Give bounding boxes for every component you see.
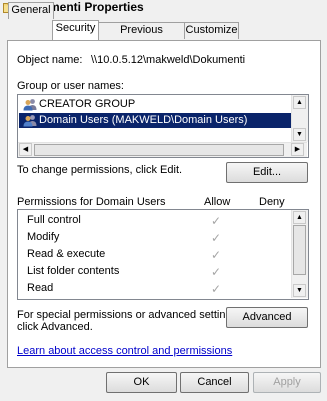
- advanced-button[interactable]: Advanced: [226, 307, 308, 328]
- tab-security[interactable]: Security: [52, 20, 99, 40]
- properties-window: Dokumenti Properties General Security Pr…: [0, 0, 327, 401]
- allow-header: Allow: [204, 196, 231, 208]
- groups-vertical-scrollbar[interactable]: ▲ ▼: [291, 95, 308, 142]
- cancel-button[interactable]: Cancel: [180, 372, 249, 393]
- group-icon: [23, 99, 37, 111]
- tab-label: Customize: [185, 24, 238, 36]
- scroll-up-icon[interactable]: ▲: [293, 211, 306, 224]
- scroll-down-icon[interactable]: ▼: [293, 128, 306, 141]
- edit-button[interactable]: Edit...: [226, 162, 308, 183]
- special-permissions-text-line2: click Advanced.: [17, 321, 93, 333]
- change-permissions-text: To change permissions, click Edit.: [17, 164, 183, 176]
- deny-header: Deny: [259, 196, 285, 208]
- allow-check-icon: ✓: [211, 214, 222, 228]
- permission-row-modify: Modify ✓: [18, 229, 296, 246]
- object-name-label: Object name:: [17, 54, 83, 66]
- scroll-thumb[interactable]: [293, 225, 306, 275]
- groups-listbox[interactable]: CREATOR GROUP Domain Users (MAKWELD\Doma…: [17, 94, 309, 158]
- permission-row-read-execute: Read & execute ✓: [18, 246, 296, 263]
- list-item-domain-users[interactable]: Domain Users (MAKWELD\Domain Users): [19, 113, 292, 128]
- groups-horizontal-scrollbar[interactable]: ◀ ▶: [18, 142, 307, 157]
- object-name-value: \\10.0.5.12\makweld\Dokumenti: [91, 54, 246, 66]
- permissions-label: Permissions for Domain Users: [17, 196, 166, 208]
- permission-row-list-folder-contents: List folder contents ✓: [18, 263, 296, 280]
- group-icon: [23, 115, 37, 127]
- scroll-right-icon[interactable]: ▶: [291, 143, 304, 156]
- permission-row-read: Read ✓: [18, 280, 296, 297]
- scroll-up-icon[interactable]: ▲: [293, 96, 306, 109]
- permission-name: Read: [27, 282, 54, 294]
- tab-label: General: [11, 4, 51, 16]
- permissions-listbox[interactable]: Full control ✓ Modify ✓ Read & execute ✓…: [17, 209, 309, 300]
- permission-name: Modify: [27, 231, 60, 243]
- allow-check-icon: ✓: [211, 231, 222, 245]
- group-name: Domain Users (MAKWELD\Domain Users): [39, 114, 248, 126]
- allow-check-icon: ✓: [211, 248, 222, 262]
- permission-name: Full control: [27, 214, 81, 226]
- permissions-vertical-scrollbar[interactable]: ▲ ▼: [291, 210, 308, 298]
- permission-name: Read & execute: [27, 248, 106, 260]
- allow-check-icon: ✓: [211, 282, 222, 296]
- ok-button[interactable]: OK: [106, 372, 177, 393]
- apply-button: Apply: [253, 372, 321, 393]
- security-panel: Object name: \\10.0.5.12\makweld\Dokumen…: [7, 40, 321, 368]
- list-item-creator-group[interactable]: CREATOR GROUP: [19, 97, 289, 112]
- group-name: CREATOR GROUP: [39, 98, 136, 110]
- tab-previous-versions[interactable]: Previous Versions: [98, 22, 185, 51]
- permission-row-full-control: Full control ✓: [18, 212, 296, 229]
- tab-label: Security: [55, 22, 96, 34]
- scroll-thumb[interactable]: [34, 144, 284, 156]
- scroll-down-icon[interactable]: ▼: [293, 284, 306, 297]
- tab-customize[interactable]: Customize: [184, 22, 239, 39]
- permission-name: List folder contents: [27, 265, 120, 277]
- scroll-left-icon[interactable]: ◀: [19, 143, 32, 156]
- tab-general[interactable]: General: [8, 2, 54, 19]
- learn-access-control-link[interactable]: Learn about access control and permissio…: [17, 345, 232, 357]
- groups-label: Group or user names:: [17, 80, 124, 92]
- allow-check-icon: ✓: [211, 265, 222, 279]
